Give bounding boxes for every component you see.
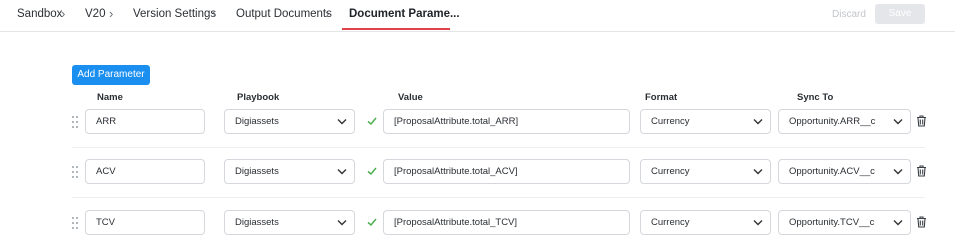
playbook-select-value: Digiassets — [235, 166, 279, 177]
format-select-value: Currency — [651, 217, 690, 228]
value-input[interactable]: [ProposalAttribute.total_ACV] — [383, 159, 630, 184]
chevron-down-icon — [893, 119, 903, 125]
sync-to-select-value: Opportunity.ACV__c — [789, 166, 875, 177]
sync-to-select[interactable]: Opportunity.ARR__c — [778, 109, 911, 134]
drag-handle-icon[interactable] — [72, 116, 78, 128]
column-header-format: Format — [645, 92, 678, 103]
top-bar: Sandbox › V20 › Version Settings › Outpu… — [0, 0, 955, 32]
chevron-down-icon — [753, 119, 763, 125]
breadcrumb-sandbox[interactable]: Sandbox — [17, 0, 62, 30]
format-select-value: Currency — [651, 116, 690, 127]
playbook-select-value: Digiassets — [235, 116, 279, 127]
column-header-name: Name — [97, 92, 123, 103]
chevron-down-icon — [893, 169, 903, 175]
format-select[interactable]: Currency — [640, 159, 771, 184]
parameter-row: TCV Digiassets [ProposalAttribute.total_… — [0, 210, 955, 236]
active-tab-indicator — [342, 28, 450, 30]
sync-to-select[interactable]: Opportunity.TCV__c — [778, 210, 911, 235]
column-header-playbook: Playbook — [237, 92, 280, 103]
value-input[interactable]: [ProposalAttribute.total_ARR] — [383, 109, 630, 134]
row-divider — [72, 147, 925, 148]
column-header-value: Value — [398, 92, 423, 103]
trash-icon[interactable] — [916, 216, 927, 228]
trash-icon[interactable] — [916, 115, 927, 127]
drag-handle-icon[interactable] — [72, 166, 78, 178]
check-icon — [367, 117, 377, 126]
value-input[interactable]: [ProposalAttribute.total_TCV] — [383, 210, 630, 235]
chevron-down-icon — [337, 220, 347, 226]
chevron-down-icon — [893, 220, 903, 226]
breadcrumb-version-settings[interactable]: Version Settings — [133, 0, 216, 30]
playbook-select[interactable]: Digiassets — [224, 159, 355, 184]
chevron-right-icon: › — [109, 6, 114, 21]
playbook-select[interactable]: Digiassets — [224, 210, 355, 235]
name-input[interactable]: ACV — [85, 159, 205, 184]
add-parameter-button[interactable]: Add Parameter — [72, 65, 150, 85]
discard-button[interactable]: Discard — [826, 6, 872, 24]
name-input[interactable]: ARR — [85, 109, 205, 134]
chevron-down-icon — [753, 220, 763, 226]
chevron-right-icon: › — [325, 6, 330, 21]
chevron-right-icon: › — [61, 6, 66, 21]
parameter-row: ACV Digiassets [ProposalAttribute.total_… — [0, 159, 955, 185]
breadcrumb-current-page: Document Parame... — [349, 8, 460, 20]
playbook-select-value: Digiassets — [235, 217, 279, 228]
chevron-right-icon: › — [212, 6, 217, 21]
sync-to-select-value: Opportunity.ARR__c — [789, 116, 876, 127]
column-header-sync-to: Sync To — [797, 92, 834, 103]
breadcrumb-v20[interactable]: V20 — [85, 0, 105, 30]
format-select[interactable]: Currency — [640, 210, 771, 235]
breadcrumb-output-documents[interactable]: Output Documents — [236, 0, 332, 30]
chevron-down-icon — [753, 169, 763, 175]
chevron-down-icon — [337, 119, 347, 125]
save-button[interactable]: Save — [875, 4, 925, 24]
sync-to-select[interactable]: Opportunity.ACV__c — [778, 159, 911, 184]
playbook-select[interactable]: Digiassets — [224, 109, 355, 134]
parameter-row: ARR Digiassets [ProposalAttribute.total_… — [0, 109, 955, 135]
format-select[interactable]: Currency — [640, 109, 771, 134]
trash-icon[interactable] — [916, 165, 927, 177]
name-input[interactable]: TCV — [85, 210, 205, 235]
check-icon — [367, 167, 377, 176]
check-icon — [367, 218, 377, 227]
chevron-down-icon — [337, 169, 347, 175]
row-divider — [72, 197, 925, 198]
drag-handle-icon[interactable] — [72, 217, 78, 229]
format-select-value: Currency — [651, 166, 690, 177]
sync-to-select-value: Opportunity.TCV__c — [789, 217, 875, 228]
